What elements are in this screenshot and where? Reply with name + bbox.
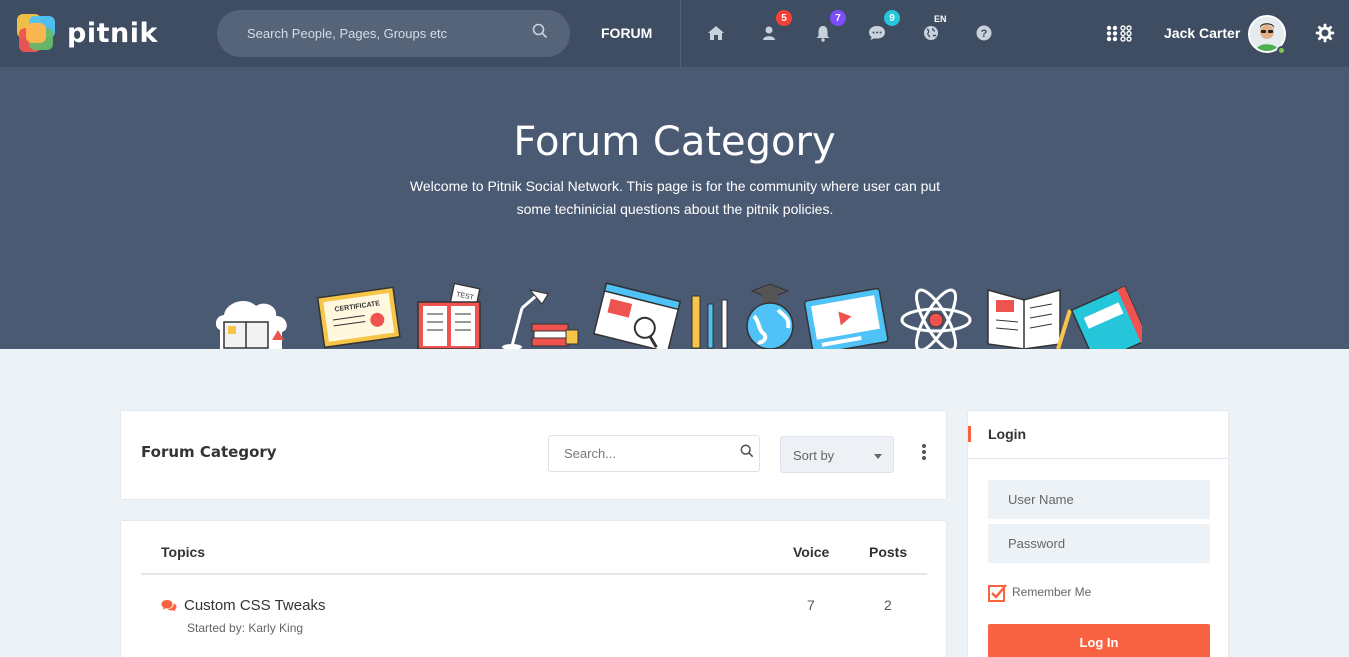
browser-search-icon [592, 282, 682, 349]
global-search-input[interactable] [247, 26, 532, 41]
column-header-posts: Posts [869, 544, 908, 560]
globe-graduation-cap-icon [746, 283, 794, 349]
open-book-icon [987, 289, 1072, 349]
messages-icon[interactable]: 9 [866, 10, 900, 44]
remember-me-checkbox[interactable] [988, 583, 1007, 602]
table-header-divider [141, 573, 927, 575]
forum-header-card: Forum Category Sort by [120, 410, 947, 500]
page-title: Forum Category [513, 119, 836, 165]
notifications-icon[interactable]: 7 [812, 10, 846, 44]
search-icon[interactable] [740, 444, 754, 463]
forum-nav-link[interactable]: FORUM [601, 25, 652, 41]
atom-icon [900, 288, 972, 349]
login-header-accent [968, 426, 971, 442]
svg-text:?: ? [981, 28, 988, 40]
home-icon[interactable] [705, 22, 727, 44]
education-illustration: CERTIFICATE TEST [215, 282, 1142, 349]
friend-requests-icon[interactable]: 5 [758, 10, 792, 44]
gear-icon[interactable] [1314, 22, 1336, 44]
notebook-test-icon: TEST [417, 282, 481, 349]
cloud-book-icon [215, 300, 287, 349]
comments-icon [161, 599, 177, 618]
nav-divider [680, 0, 681, 67]
topic-voice-count: 7 [807, 597, 815, 613]
topics-card: Topics Voice Posts Custom CSS Tweaks Sta… [120, 520, 947, 657]
sort-by-label: Sort by [793, 448, 835, 463]
messages-badge: 9 [884, 10, 900, 26]
search-icon[interactable] [532, 23, 548, 44]
username-field[interactable] [988, 480, 1210, 519]
column-header-voice: Voice [793, 544, 830, 560]
logo-text: pitnik [67, 17, 158, 49]
hero-banner: Forum Category Welcome to Pitnik Social … [0, 67, 1349, 349]
sort-by-select[interactable]: Sort by [780, 436, 894, 473]
remember-me-label: Remember Me [1012, 585, 1092, 599]
forum-search [548, 435, 760, 472]
login-title: Login [988, 426, 1027, 442]
chevron-down-icon [874, 454, 882, 459]
notifications-badge: 7 [830, 10, 846, 26]
language-globe-icon[interactable] [920, 22, 942, 44]
login-header: Login [968, 411, 1228, 459]
login-widget: Login Remember Me Log In [967, 410, 1229, 657]
password-field[interactable] [988, 524, 1210, 563]
topic-title-link[interactable]: Custom CSS Tweaks [184, 597, 325, 614]
language-label: EN [934, 14, 947, 24]
user-name[interactable]: Jack Carter [1164, 25, 1240, 41]
certificate-icon: CERTIFICATE [316, 286, 401, 349]
desk-lamp-books-icon [502, 289, 579, 349]
friend-requests-badge: 5 [776, 10, 792, 26]
apps-grid-icon[interactable] [1106, 22, 1132, 44]
online-status-indicator [1277, 46, 1286, 55]
logo[interactable]: pitnik [15, 12, 158, 54]
login-button[interactable]: Log In [988, 624, 1210, 657]
column-header-topics: Topics [161, 544, 206, 560]
help-icon[interactable]: ? [973, 22, 995, 44]
more-options-icon[interactable] [920, 444, 928, 460]
video-tablet-icon [803, 287, 889, 349]
closed-book-icon [1070, 285, 1142, 349]
global-search [217, 10, 570, 57]
top-navbar: pitnik FORUM 5 7 9 EN ? Jac [0, 0, 1349, 67]
remember-me[interactable]: Remember Me [988, 583, 1092, 602]
hero-description: Welcome to Pitnik Social Network. This p… [409, 178, 941, 217]
topic-started-by: Started by: Karly King [187, 621, 304, 635]
forum-category-title: Forum Category [141, 443, 277, 461]
logo-mark-icon [15, 12, 57, 54]
ruler-pencils-icon [691, 295, 728, 349]
forum-search-input[interactable] [564, 446, 740, 461]
topic-posts-count: 2 [884, 597, 892, 613]
